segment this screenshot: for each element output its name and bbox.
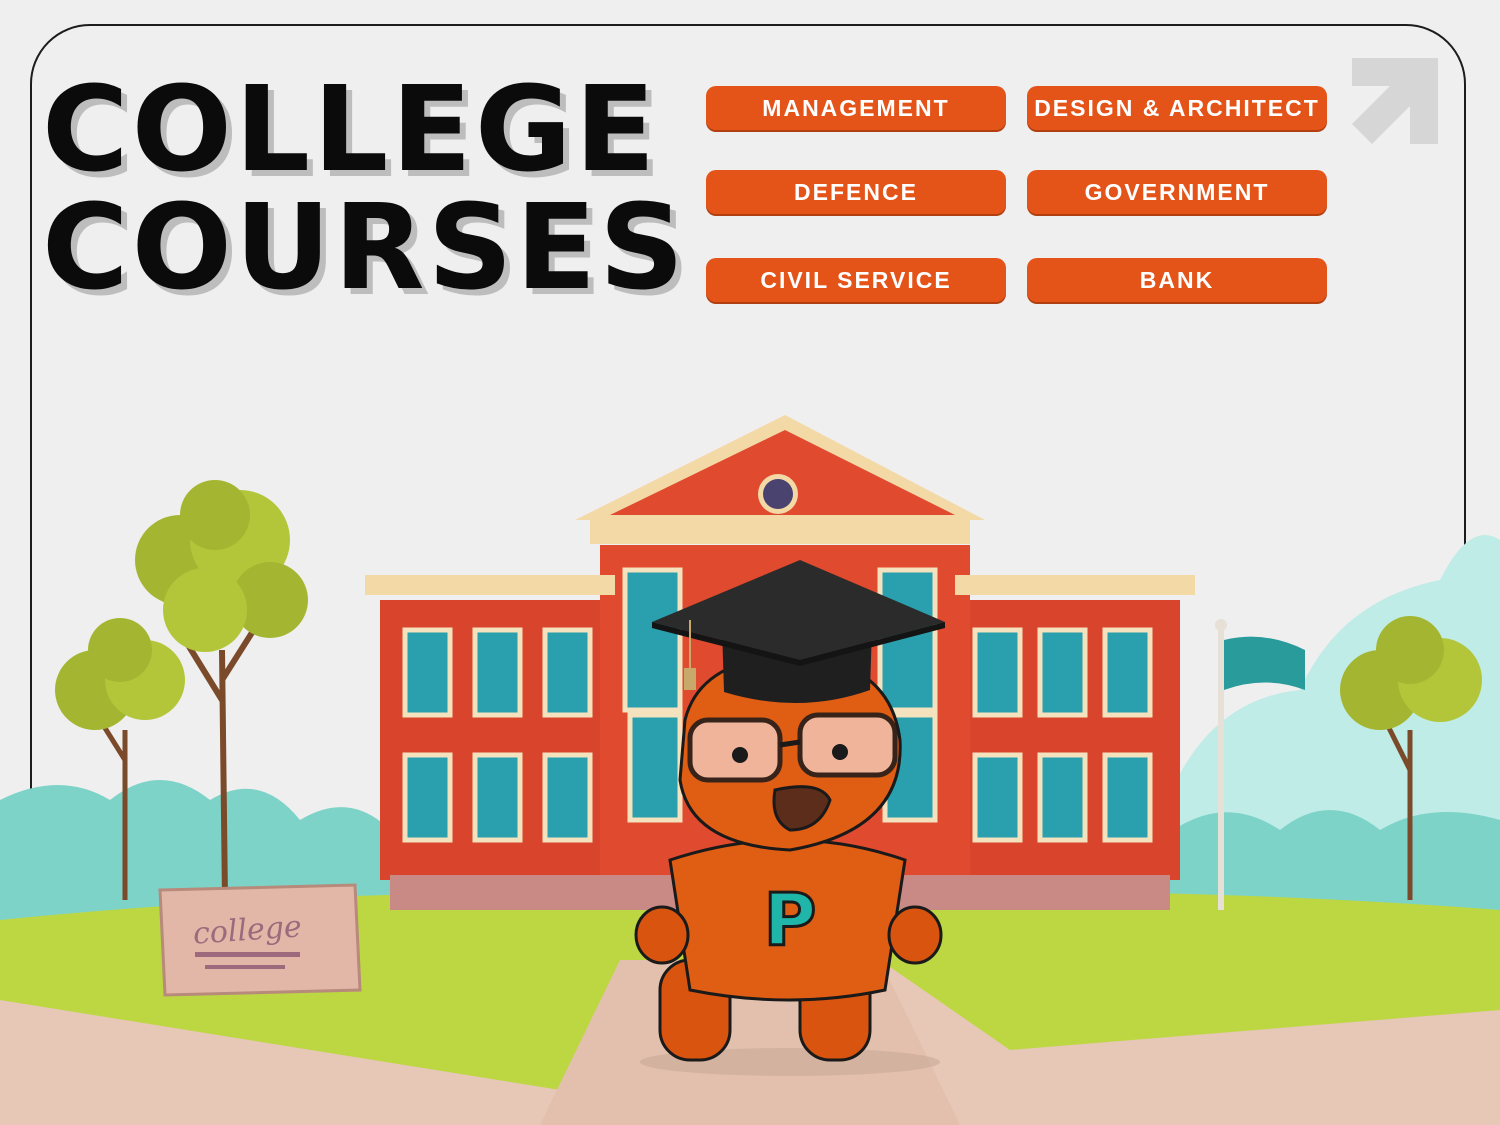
course-button-civil-service[interactable]: CIVIL SERVICE: [706, 258, 1006, 302]
course-button-management[interactable]: MANAGEMENT: [706, 86, 1006, 130]
title-line-2: COURSES: [42, 178, 688, 316]
course-button-defence[interactable]: DEFENCE: [706, 170, 1006, 214]
course-button-bank[interactable]: BANK: [1027, 258, 1327, 302]
title-line-1: COLLEGE: [42, 60, 659, 198]
arrow-up-right-icon[interactable]: [1352, 58, 1438, 144]
college-sign: college: [158, 883, 362, 997]
campus-illustration: college P: [0, 415, 1500, 1125]
course-button-design-architect[interactable]: DESIGN & ARCHITECT: [1027, 86, 1327, 130]
course-button-government[interactable]: GOVERNMENT: [1027, 170, 1327, 214]
page-title: COLLEGE COURSES: [42, 70, 687, 306]
mascot-letter: P: [764, 878, 817, 962]
